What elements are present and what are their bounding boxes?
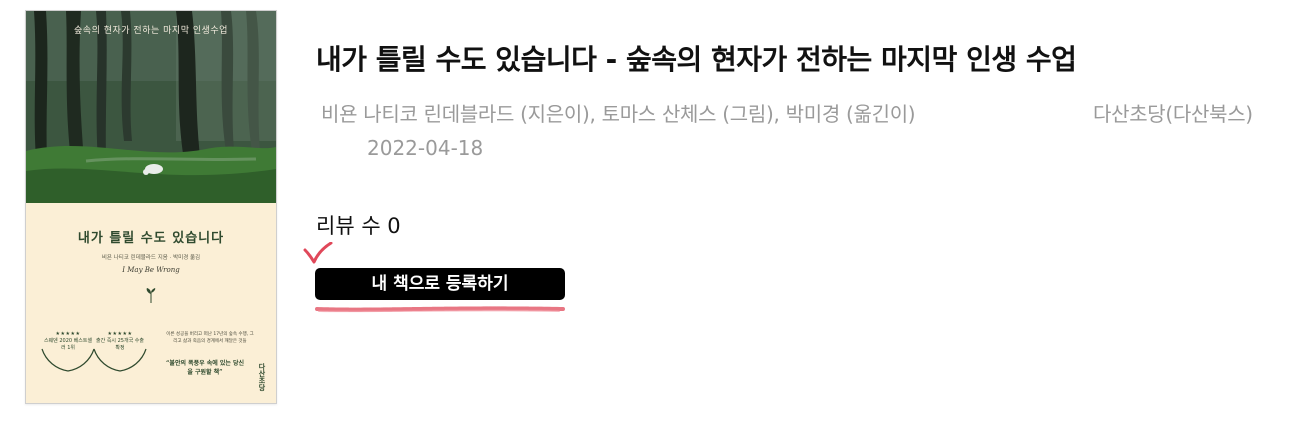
cover-blurb: 이른 성공을 버리고 떠난 17년의 숲속 수행, 그리고 삶과 죽음의 경계에… bbox=[166, 332, 254, 344]
highlight-underline-icon bbox=[315, 306, 565, 313]
book-authors: 비욘 나티코 린데블라드 (지은이), 토마스 산체스 (그림), 박미경 (옮… bbox=[321, 102, 916, 126]
book-cover[interactable]: 숲속의 현자가 전하는 마지막 인생수업 내가 틀릴 수도 있습니다 비욘 나티… bbox=[25, 10, 277, 404]
cover-top-text: 숲속의 현자가 전하는 마지막 인생수업 bbox=[74, 26, 228, 36]
cover-credits: 비욘 나티코 린데블라드 지음 · 박미경 옮김 bbox=[101, 255, 201, 261]
cover-badge-export: ★★★★★ 출간 즉시 25개국 수출 확정 bbox=[93, 331, 147, 372]
cover-badge-bestseller: ★★★★★ 스웨덴 2020 베스트셀러 1위 bbox=[41, 331, 95, 372]
cover-publisher-logo: 다산초당 bbox=[258, 363, 267, 391]
cover-quote: “불안의 폭풍우 속에 있는 당신을 구원할 책” bbox=[165, 360, 245, 376]
laurel-icon bbox=[41, 348, 95, 372]
cover-lower-panel: 내가 틀릴 수도 있습니다 비욘 나티코 린데블라드 지음 · 박미경 옮김 I… bbox=[26, 203, 276, 403]
book-title: 내가 틀릴 수도 있습니다 - 숲속의 현자가 전하는 마지막 인생 수업 bbox=[316, 43, 1077, 76]
cover-subtitle: I May Be Wrong bbox=[122, 266, 180, 274]
laurel-icon bbox=[93, 348, 147, 372]
review-count: 리뷰 수 0 bbox=[316, 214, 401, 238]
book-publisher: 다산초당(다산북스) bbox=[1093, 102, 1253, 126]
add-to-my-books-button[interactable]: 내 책으로 등록하기 bbox=[315, 268, 565, 300]
cover-illustration: 숲속의 현자가 전하는 마지막 인생수업 bbox=[26, 11, 276, 203]
sprout-icon bbox=[146, 288, 156, 303]
check-icon bbox=[303, 242, 333, 264]
cover-title: 내가 틀릴 수도 있습니다 bbox=[77, 231, 225, 246]
publication-date: 2022-04-18 bbox=[367, 136, 484, 160]
